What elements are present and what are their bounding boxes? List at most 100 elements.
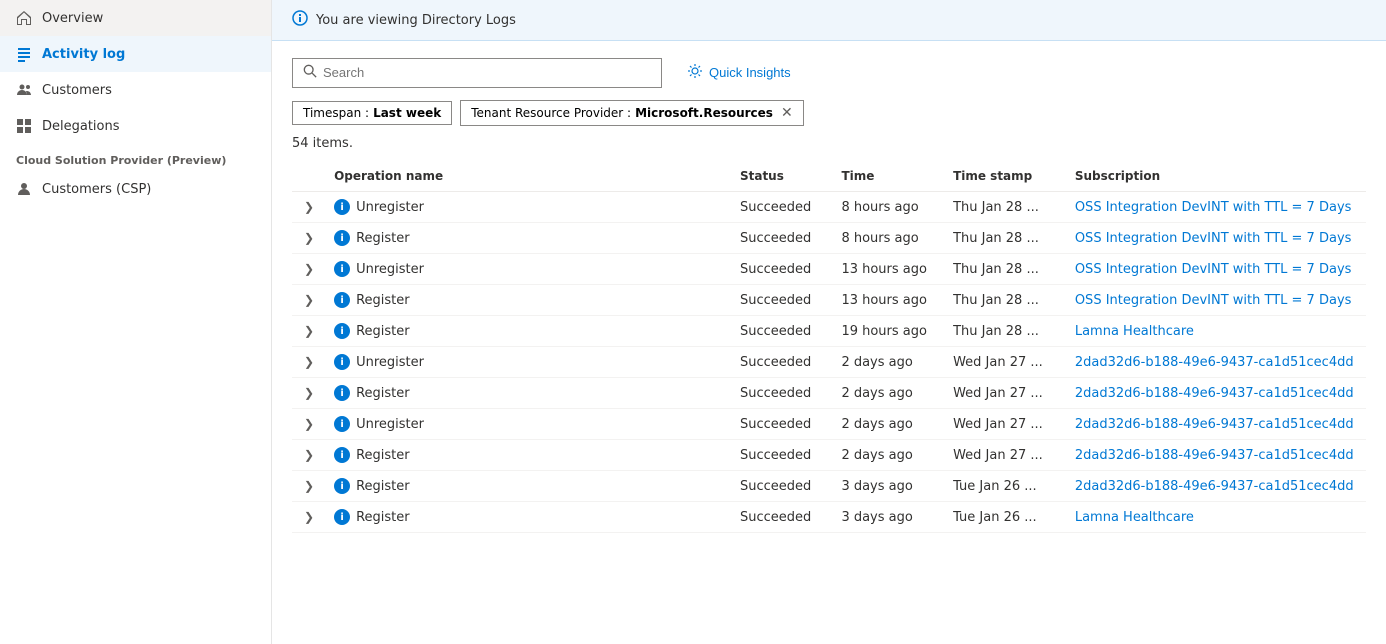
subscription-link[interactable]: Lamna Healthcare [1075,324,1194,339]
status-cell: Succeeded [732,192,833,223]
expand-button[interactable]: ❯ [300,417,318,431]
list-icon [16,46,32,62]
csp-section-label: Cloud Solution Provider (Preview) [0,144,271,171]
time-cell: 2 days ago [833,347,945,378]
info-banner-text: You are viewing Directory Logs [316,13,516,28]
operation-name-cell: i Register [326,316,732,347]
table-row: ❯ i Register Succeeded 3 days ago Tue Ja… [292,502,1366,533]
filter-timespan[interactable]: Timespan : Last week [292,101,452,125]
operation-name-cell: i Register [326,502,732,533]
subscription-cell: OSS Integration DevINT with TTL = 7 Days [1067,223,1366,254]
subscription-link[interactable]: 2dad32d6-b188-49e6-9437-ca1d51cec4dd [1075,417,1354,432]
operation-name-value: Register [356,231,410,246]
subscription-cell: Lamna Healthcare [1067,502,1366,533]
operation-name-value: Register [356,386,410,401]
operation-info-dot: i [334,261,350,277]
status-cell: Succeeded [732,502,833,533]
expand-button[interactable]: ❯ [300,200,318,214]
expand-button[interactable]: ❯ [300,479,318,493]
status-cell: Succeeded [732,316,833,347]
subscription-cell: OSS Integration DevINT with TTL = 7 Days [1067,192,1366,223]
expand-button[interactable]: ❯ [300,324,318,338]
sidebar-item-activity-log[interactable]: Activity log [0,36,271,72]
timestamp-cell: Wed Jan 27 ... [945,440,1067,471]
col-status: Status [732,161,833,192]
expand-cell: ❯ [292,254,326,285]
col-timestamp: Time stamp [945,161,1067,192]
operation-info-dot: i [334,230,350,246]
sidebar-item-activity-log-label: Activity log [42,47,125,62]
activity-log-table: Operation name Status Time Time stamp Su… [292,161,1366,533]
operation-name-cell: i Unregister [326,192,732,223]
subscription-cell: 2dad32d6-b188-49e6-9437-ca1d51cec4dd [1067,471,1366,502]
time-cell: 19 hours ago [833,316,945,347]
operation-info-dot: i [334,447,350,463]
time-cell: 8 hours ago [833,223,945,254]
table-row: ❯ i Unregister Succeeded 2 days ago Wed … [292,409,1366,440]
status-cell: Succeeded [732,285,833,316]
sidebar-item-delegations[interactable]: Delegations [0,108,271,144]
subscription-link[interactable]: OSS Integration DevINT with TTL = 7 Days [1075,200,1352,215]
operation-info-dot: i [334,385,350,401]
main-content: You are viewing Directory Logs Quick Ins… [272,0,1386,644]
search-input[interactable] [323,65,651,80]
search-box[interactable] [292,58,662,88]
operation-name-cell: i Register [326,223,732,254]
operation-name-cell: i Unregister [326,347,732,378]
subscription-link[interactable]: OSS Integration DevINT with TTL = 7 Days [1075,293,1352,308]
status-cell: Succeeded [732,440,833,471]
expand-button[interactable]: ❯ [300,355,318,369]
home-icon [16,10,32,26]
subscription-cell: 2dad32d6-b188-49e6-9437-ca1d51cec4dd [1067,378,1366,409]
sidebar-item-customers-csp[interactable]: Customers (CSP) [0,171,271,207]
col-subscription: Subscription [1067,161,1366,192]
expand-cell: ❯ [292,471,326,502]
status-cell: Succeeded [732,347,833,378]
filter-tenant-rp[interactable]: Tenant Resource Provider : Microsoft.Res… [460,100,803,126]
timestamp-cell: Wed Jan 27 ... [945,378,1067,409]
operation-name-value: Unregister [356,262,424,277]
expand-button[interactable]: ❯ [300,386,318,400]
expand-button[interactable]: ❯ [300,448,318,462]
subscription-link[interactable]: 2dad32d6-b188-49e6-9437-ca1d51cec4dd [1075,386,1354,401]
timestamp-cell: Thu Jan 28 ... [945,285,1067,316]
timestamp-cell: Thu Jan 28 ... [945,254,1067,285]
table-row: ❯ i Register Succeeded 19 hours ago Thu … [292,316,1366,347]
subscription-cell: 2dad32d6-b188-49e6-9437-ca1d51cec4dd [1067,440,1366,471]
filter-timespan-value: Last week [373,106,441,120]
time-cell: 13 hours ago [833,285,945,316]
operation-name-cell: i Register [326,471,732,502]
operation-name-cell: i Register [326,378,732,409]
operation-name-cell: i Unregister [326,409,732,440]
expand-cell: ❯ [292,223,326,254]
filter-tenant-rp-remove[interactable]: ✕ [781,105,793,121]
info-banner: You are viewing Directory Logs [272,0,1386,41]
status-cell: Succeeded [732,409,833,440]
operation-name-value: Unregister [356,200,424,215]
subscription-link[interactable]: 2dad32d6-b188-49e6-9437-ca1d51cec4dd [1075,479,1354,494]
status-cell: Succeeded [732,223,833,254]
subscription-link[interactable]: OSS Integration DevINT with TTL = 7 Days [1075,231,1352,246]
subscription-link[interactable]: 2dad32d6-b188-49e6-9437-ca1d51cec4dd [1075,355,1354,370]
expand-button[interactable]: ❯ [300,293,318,307]
subscription-link[interactable]: 2dad32d6-b188-49e6-9437-ca1d51cec4dd [1075,448,1354,463]
operation-name-cell: i Unregister [326,254,732,285]
time-cell: 2 days ago [833,440,945,471]
timestamp-cell: Tue Jan 26 ... [945,502,1067,533]
expand-button[interactable]: ❯ [300,262,318,276]
quick-insights-button[interactable]: Quick Insights [674,57,804,88]
expand-cell: ❯ [292,347,326,378]
quick-insights-icon [687,63,703,82]
expand-cell: ❯ [292,440,326,471]
operation-name-cell: i Register [326,285,732,316]
operation-info-dot: i [334,199,350,215]
subscription-link[interactable]: Lamna Healthcare [1075,510,1194,525]
subscription-link[interactable]: OSS Integration DevINT with TTL = 7 Days [1075,262,1352,277]
sidebar-item-overview[interactable]: Overview [0,0,271,36]
expand-button[interactable]: ❯ [300,510,318,524]
expand-button[interactable]: ❯ [300,231,318,245]
operation-info-dot: i [334,323,350,339]
operation-name-value: Unregister [356,355,424,370]
sidebar-item-customers-csp-label: Customers (CSP) [42,182,151,197]
sidebar-item-customers[interactable]: Customers [0,72,271,108]
